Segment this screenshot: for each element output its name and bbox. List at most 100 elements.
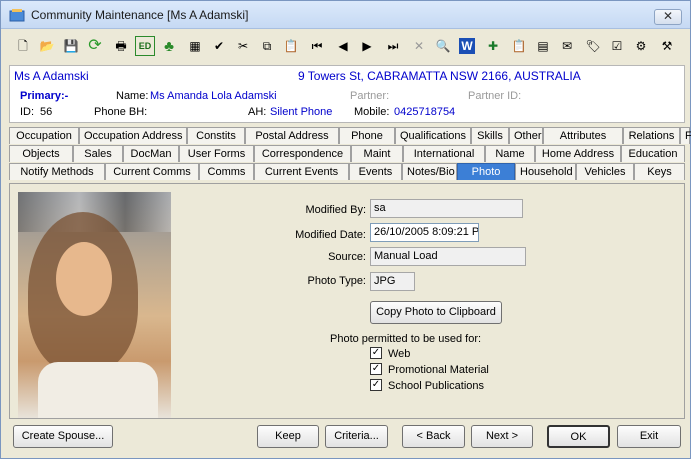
tab-name[interactable]: Name: [485, 145, 535, 162]
tab-strip: Occupation Occupation Address Constits Post…: [9, 127, 691, 183]
checklist-icon[interactable]: ☑: [607, 36, 627, 56]
close-button[interactable]: ✕: [654, 9, 682, 25]
checkmark-icon[interactable]: ✓: [370, 379, 382, 392]
clipboard-icon[interactable]: 📋: [509, 36, 529, 56]
tab-skills[interactable]: Skills: [471, 127, 509, 144]
ah-phone-value: Silent Phone: [270, 106, 333, 118]
print-icon[interactable]: 🖶: [111, 36, 131, 56]
app-icon: [9, 8, 25, 22]
open-folder-icon[interactable]: 📂: [37, 36, 57, 56]
photo-type-label: Photo Type:: [307, 275, 366, 287]
tab-qualifications[interactable]: Qualifications: [395, 127, 471, 144]
calendar-icon[interactable]: ▤: [533, 36, 553, 56]
checkmark-icon[interactable]: ✓: [370, 347, 382, 360]
primary-label: Primary:-: [20, 90, 69, 102]
find-icon[interactable]: 🔍: [433, 36, 453, 56]
first-record-icon[interactable]: ⏮: [307, 36, 327, 56]
checkmark-icon[interactable]: ✓: [370, 363, 382, 376]
tab-events[interactable]: Events: [349, 163, 402, 180]
tab-photo[interactable]: Photo: [457, 163, 515, 180]
member-header-panel: Ms A Adamski 9 Towers St, CABRAMATTA NSW…: [9, 65, 685, 123]
tab-international[interactable]: International: [403, 145, 485, 162]
member-name: Ms A Adamski: [14, 69, 89, 83]
tab-occupation[interactable]: Occupation: [9, 127, 79, 144]
tab-correspondence[interactable]: Correspondence: [254, 145, 351, 162]
modified-by-label: Modified By:: [305, 204, 366, 216]
last-record-icon[interactable]: ⏭: [383, 36, 403, 56]
tab-constits[interactable]: Constits: [187, 127, 245, 144]
calculator-icon[interactable]: ▦: [185, 36, 205, 56]
tab-objects[interactable]: Objects: [9, 145, 73, 162]
modified-by-field[interactable]: sa: [370, 199, 523, 218]
tab-phone[interactable]: Phone: [339, 127, 395, 144]
ah-label: AH:: [248, 106, 267, 118]
exit-button[interactable]: Exit: [617, 425, 681, 448]
tab-relations[interactable]: Relations: [623, 127, 680, 144]
title-bar: Community Maintenance [Ms A Adamski] ✕: [1, 1, 690, 29]
tools-icon[interactable]: ⚒: [657, 36, 677, 56]
create-spouse-button[interactable]: Create Spouse...: [13, 425, 113, 448]
new-icon[interactable]: 🗋: [13, 36, 33, 56]
window-title: Community Maintenance [Ms A Adamski]: [31, 8, 249, 22]
tab-other[interactable]: Other: [509, 127, 543, 144]
email-icon[interactable]: ✉: [557, 36, 577, 56]
permission-school-publications-checkbox[interactable]: ✓ School Publications: [370, 379, 484, 394]
keep-button[interactable]: Keep: [257, 425, 319, 448]
permission-web-checkbox[interactable]: ✓ Web: [370, 347, 411, 362]
tab-attributes[interactable]: Attributes: [543, 127, 623, 144]
photo-permitted-label: Photo permitted to be used for:: [330, 333, 482, 345]
next-button[interactable]: Next >: [471, 425, 533, 448]
tab-education[interactable]: Education: [621, 145, 685, 162]
refresh-icon[interactable]: ⟳: [85, 36, 105, 56]
tree-icon[interactable]: ♣: [159, 36, 179, 56]
permission-promotional-material-checkbox[interactable]: ✓ Promotional Material: [370, 363, 489, 378]
full-name-value: Ms Amanda Lola Adamski: [150, 90, 277, 102]
partner-label: Partner:: [350, 90, 390, 102]
toolbar: 🗋 📂 💾 ⟳ 🖶 ED ♣ ▦ ✔ ✂ ⧉ 📋 ⏮ ◀ ▶ ⏭ ✕ 🔍 W ✚ 📋 ▤ ✉ 🏷 ☑ ⚙ ⚒: [1, 31, 690, 61]
tab-vehicles[interactable]: Vehicles: [576, 163, 634, 180]
criteria-button[interactable]: Criteria...: [325, 425, 388, 448]
source-field[interactable]: Manual Load: [370, 247, 526, 266]
tab-comms[interactable]: Comms: [199, 163, 254, 180]
word-icon[interactable]: W: [459, 38, 475, 54]
ok-button[interactable]: OK: [547, 425, 610, 448]
modified-date-field[interactable]: 26/10/2005 8:09:21 PM: [370, 223, 479, 242]
tab-keys[interactable]: Keys: [634, 163, 685, 180]
cut-icon[interactable]: ✂: [233, 36, 253, 56]
tab-current-comms[interactable]: Current Comms: [105, 163, 199, 180]
tab-postal-address[interactable]: Postal Address: [245, 127, 339, 144]
next-record-icon[interactable]: ▶: [357, 36, 377, 56]
paste-icon[interactable]: 📋: [281, 36, 301, 56]
delete-icon[interactable]: ✕: [409, 36, 429, 56]
tab-household[interactable]: Household: [515, 163, 576, 180]
back-button[interactable]: < Back: [402, 425, 465, 448]
tab-current-events[interactable]: Current Events: [254, 163, 349, 180]
spellcheck-icon[interactable]: ✔: [209, 36, 229, 56]
photo-type-field[interactable]: JPG: [370, 272, 415, 291]
copy-icon[interactable]: ⧉: [257, 36, 277, 56]
modified-date-label: Modified Date:: [295, 229, 366, 241]
tab-maint[interactable]: Maint: [351, 145, 403, 162]
tab-sales[interactable]: Sales: [73, 145, 123, 162]
previous-record-icon[interactable]: ◀: [333, 36, 353, 56]
id-label: ID:: [20, 106, 35, 118]
photo-tab-panel: Modified By: sa Modified Date: 26/10/200…: [9, 183, 685, 419]
edit-icon[interactable]: ED: [135, 36, 155, 56]
checkbox-label: Web: [388, 348, 411, 360]
tab-user-forms[interactable]: User Forms: [179, 145, 254, 162]
tab-home-address[interactable]: Home Address: [535, 145, 621, 162]
settings-gear-icon[interactable]: ⚙: [631, 36, 651, 56]
tab-occupation-address[interactable]: Occupation Address: [79, 127, 187, 144]
copy-photo-to-clipboard-button[interactable]: Copy Photo to Clipboard: [370, 301, 502, 324]
id-value: 56: [40, 106, 53, 118]
tab-flags[interactable]: Flags: [680, 127, 691, 144]
mobile-label: Mobile:: [354, 106, 390, 118]
tab-notes-bio[interactable]: Notes/Bio: [402, 163, 457, 180]
save-icon[interactable]: 💾: [61, 36, 81, 56]
name-label: Name:: [116, 90, 149, 102]
excel-icon[interactable]: ✚: [483, 36, 503, 56]
tab-docman[interactable]: DocMan: [123, 145, 179, 162]
tab-notify-methods[interactable]: Notify Methods: [9, 163, 105, 180]
tag-icon[interactable]: 🏷: [583, 36, 603, 56]
member-photo: [18, 192, 171, 418]
